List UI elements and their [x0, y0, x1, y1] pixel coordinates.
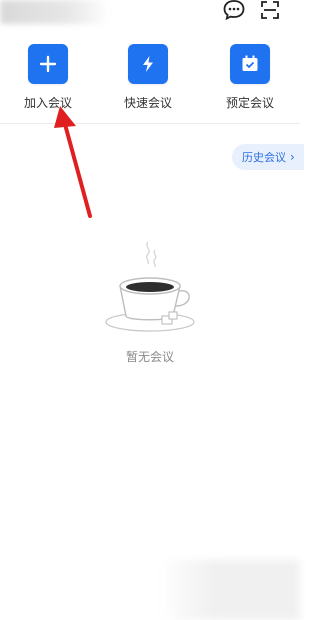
history-meetings-label: 历史会议 — [242, 151, 286, 164]
quick-meeting-label: 快速会议 — [123, 96, 172, 110]
divider — [0, 123, 300, 124]
plus-icon — [28, 44, 68, 84]
calendar-check-icon — [230, 44, 270, 84]
blurred-bottom-region — [158, 560, 300, 620]
empty-state-text: 暂无会议 — [125, 350, 174, 364]
history-meetings-button[interactable]: 历史会议 › — [232, 144, 304, 170]
quick-meeting-button[interactable]: 快速会议 — [108, 44, 188, 111]
schedule-meeting-button[interactable]: 预定会议 — [210, 44, 290, 111]
chevron-right-icon: › — [290, 150, 295, 164]
join-meeting-button[interactable]: 加入会议 — [8, 44, 88, 111]
schedule-meeting-label: 预定会议 — [225, 96, 274, 110]
chat-bubble-icon[interactable] — [222, 0, 246, 20]
blurred-username — [0, 0, 110, 24]
coffee-cup-icon — [100, 236, 200, 340]
lightning-icon — [128, 44, 168, 84]
join-meeting-label: 加入会议 — [23, 96, 72, 110]
scan-icon[interactable] — [258, 0, 282, 20]
